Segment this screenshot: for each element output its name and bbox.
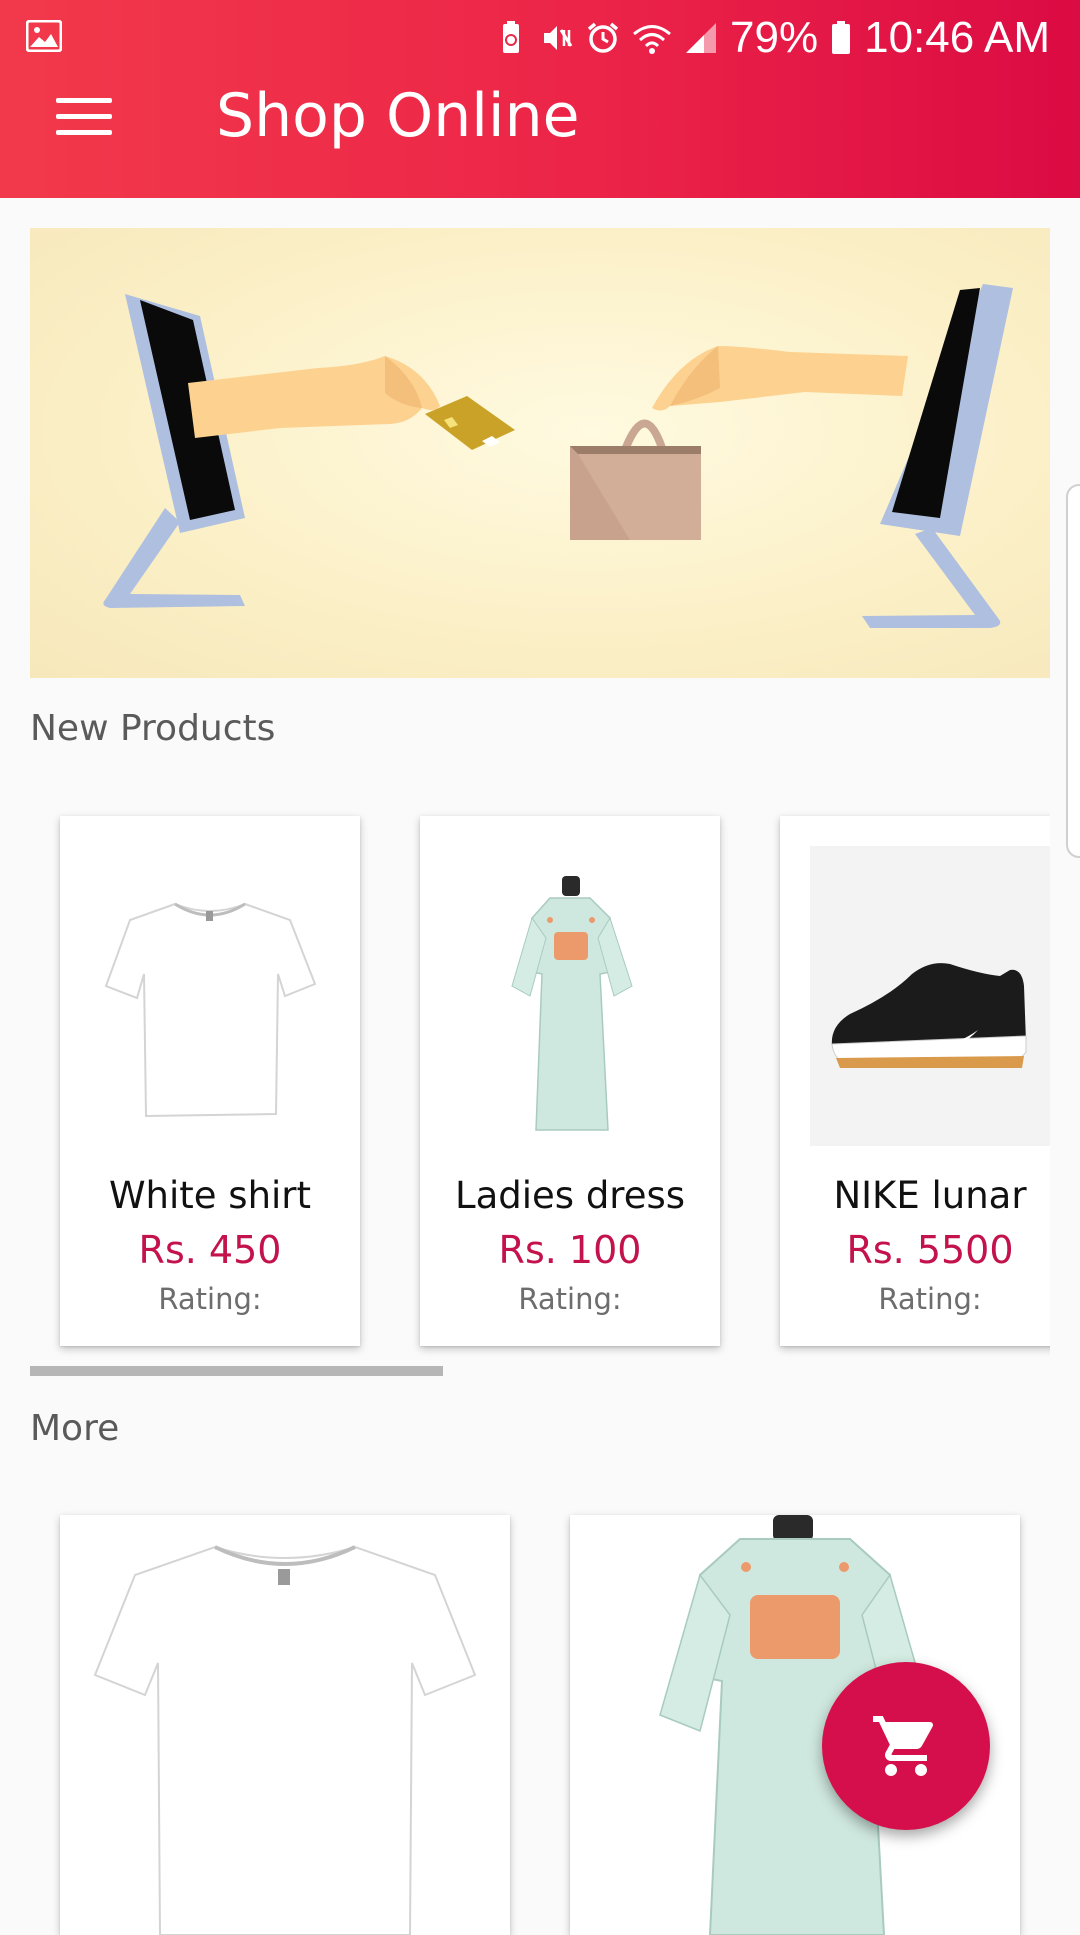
- product-rating-label: Rating:: [878, 1282, 982, 1316]
- product-rating-label: Rating:: [518, 1282, 622, 1316]
- mute-vibrate-icon: [544, 26, 573, 50]
- product-card[interactable]: Ladies dress Rs. 100 Rating:: [420, 816, 720, 1346]
- section-title-more: More: [30, 1408, 120, 1449]
- app-title: Shop Online: [216, 81, 580, 151]
- horizontal-scrollbar[interactable]: [30, 1366, 443, 1376]
- alarm-icon: [587, 22, 619, 53]
- battery-percentage: 79%: [730, 13, 819, 62]
- new-products-carousel[interactable]: White shirt Rs. 450 Rating: Ladies dress…: [30, 790, 1050, 1380]
- edge-panel-handle[interactable]: [1066, 484, 1080, 858]
- gallery-notification-icon: [26, 20, 62, 52]
- promo-banner[interactable]: [30, 228, 1050, 678]
- nike-shoe-image: [810, 846, 1050, 1146]
- section-title-new-products: New Products: [30, 708, 276, 749]
- more-product-card[interactable]: [60, 1515, 510, 1935]
- product-price: Rs. 5500: [846, 1228, 1014, 1272]
- cart-fab-button[interactable]: [822, 1662, 990, 1830]
- status-icons: 79% 10:46 AM: [494, 8, 1050, 68]
- product-rating-label: Rating:: [158, 1282, 262, 1316]
- status-clock: 10:46 AM: [864, 13, 1050, 62]
- shopping-cart-icon: [873, 1716, 934, 1776]
- shopping-bag-icon: [570, 419, 701, 540]
- wifi-icon: [633, 25, 671, 54]
- product-price: Rs. 100: [498, 1228, 642, 1272]
- white-shirt-image: [90, 846, 330, 1146]
- online-shopping-illustration: [103, 284, 1013, 628]
- left-monitor-icon: [103, 294, 245, 608]
- app-bar: 79% 10:46 AM Shop Online: [0, 0, 1080, 198]
- menu-button[interactable]: [48, 88, 120, 144]
- product-card[interactable]: White shirt Rs. 450 Rating:: [60, 816, 360, 1346]
- product-name: NIKE lunar: [833, 1174, 1027, 1217]
- right-monitor-icon: [862, 284, 1013, 628]
- product-card[interactable]: NIKE lunar Rs. 5500 Rating:: [780, 816, 1050, 1346]
- signal-icon: [686, 23, 717, 53]
- hand-with-card-icon: [188, 356, 515, 450]
- ladies-dress-image: [450, 846, 690, 1146]
- white-shirt-image: [93, 1545, 477, 1935]
- status-bar: 79% 10:46 AM: [0, 0, 1080, 76]
- hand-with-bag-icon: [652, 346, 908, 411]
- battery-icon: [832, 21, 851, 54]
- hamburger-menu-icon: [56, 97, 112, 103]
- product-price: Rs. 450: [138, 1228, 282, 1272]
- product-name: Ladies dress: [454, 1174, 686, 1217]
- product-name: White shirt: [108, 1174, 312, 1217]
- battery-saver-icon: [503, 21, 520, 53]
